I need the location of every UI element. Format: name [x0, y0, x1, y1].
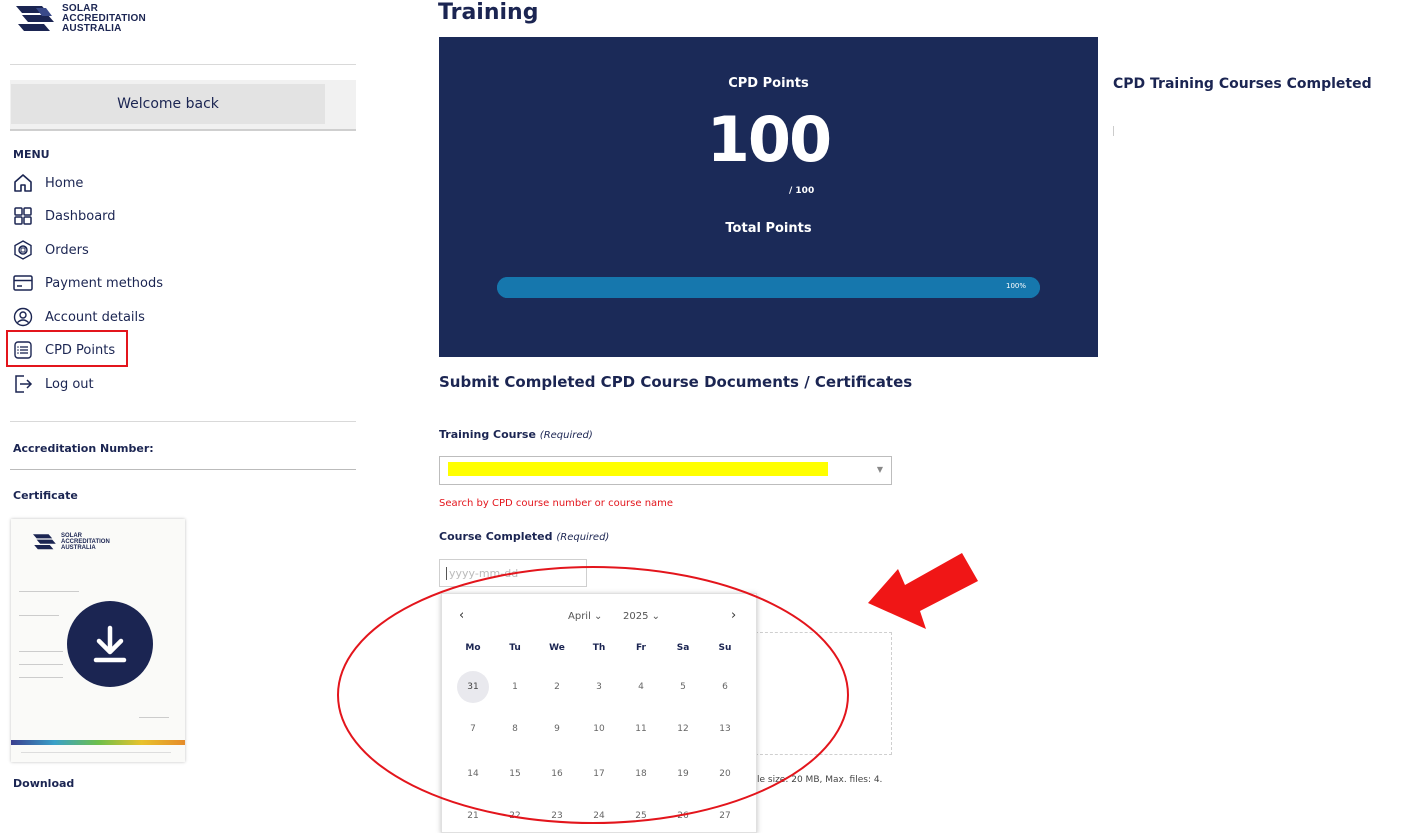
accreditation-number-label: Accreditation Number:	[13, 442, 154, 455]
sidebar-item-orders[interactable]: Orders	[13, 240, 89, 260]
divider	[1113, 126, 1114, 136]
submit-section-heading: Submit Completed CPD Course Documents / …	[439, 373, 913, 391]
total-points-label: Total Points	[725, 221, 812, 236]
dashboard-icon	[14, 207, 32, 225]
courses-completed-heading: CPD Training Courses Completed	[1113, 76, 1372, 92]
cert-line	[19, 615, 59, 616]
cpd-points-heading: CPD Points	[728, 76, 809, 91]
logo-text: SOLAR ACCREDITATION AUSTRALIA	[62, 4, 146, 34]
cert-line	[19, 664, 63, 665]
payment-icon	[13, 275, 33, 291]
certificate-label: Certificate	[13, 489, 78, 502]
download-button[interactable]	[67, 601, 153, 687]
annotation-ellipse	[337, 566, 849, 824]
logo-line-3: AUSTRALIA	[62, 23, 122, 34]
course-search-hint: Search by CPD course number or course na…	[439, 498, 674, 509]
highlight-box-cpd-points	[6, 330, 128, 367]
brand-logo[interactable]: SOLAR ACCREDITATION AUSTRALIA	[16, 4, 146, 34]
cpd-points-panel: CPD Points 100 / 100 Total Points 100%	[439, 37, 1098, 357]
orders-icon	[14, 240, 32, 260]
cert-line	[19, 651, 63, 652]
cert-line	[19, 677, 63, 678]
redaction-highlight	[448, 462, 828, 476]
sidebar-item-payment-methods[interactable]: Payment methods	[13, 273, 163, 293]
course-completed-label: Course Completed (Required)	[439, 530, 609, 543]
sidebar-item-dashboard[interactable]: Dashboard	[13, 206, 116, 226]
required-note: (Required)	[556, 532, 610, 543]
sidebar-item-label: Dashboard	[45, 208, 116, 224]
annotation-arrow-icon	[868, 553, 978, 629]
account-icon	[13, 307, 33, 327]
page-title: Training	[438, 0, 539, 25]
sidebar-item-label: Home	[45, 175, 84, 191]
training-course-select[interactable]: ▼	[439, 456, 892, 485]
sidebar-item-account-details[interactable]: Account details	[13, 307, 145, 327]
progress-label: 100%	[1005, 282, 1026, 290]
cpd-points-max: / 100	[789, 186, 815, 196]
cert-logo-text: SOLAR ACCREDITATION AUSTRALIA	[61, 533, 110, 551]
download-link[interactable]: Download	[13, 777, 74, 790]
cert-line	[19, 591, 79, 592]
divider	[10, 421, 356, 422]
home-icon	[14, 174, 32, 192]
training-course-label: Training Course (Required)	[439, 428, 593, 441]
sidebar-item-log-out[interactable]: Log out	[13, 374, 94, 394]
cert-logo-line-3: AUSTRALIA	[61, 545, 96, 551]
cert-line	[21, 752, 171, 753]
cert-color-bar	[11, 740, 185, 745]
sidebar-item-label: Log out	[45, 376, 94, 392]
sidebar-item-label: Payment methods	[45, 275, 164, 291]
cpd-points-value: 100	[706, 103, 832, 176]
required-note: (Required)	[539, 430, 593, 441]
progress-bar: 100%	[497, 277, 1040, 298]
divider	[10, 64, 356, 65]
certificate-thumbnail[interactable]: SOLAR ACCREDITATION AUSTRALIA	[11, 519, 185, 762]
logout-icon	[15, 375, 33, 393]
chevron-down-icon: ▼	[876, 465, 883, 474]
cert-logo: SOLAR ACCREDITATION AUSTRALIA	[33, 533, 110, 551]
welcome-banner: Welcome back	[11, 84, 325, 124]
field-label-text: Training Course	[439, 428, 536, 441]
sidebar-item-label: Account details	[45, 309, 145, 325]
field-label-text: Course Completed	[439, 530, 553, 543]
sidebar-item-home[interactable]: Home	[13, 173, 83, 193]
logo-mark-icon	[16, 6, 54, 31]
menu-label: MENU	[13, 148, 50, 161]
download-icon	[93, 625, 127, 663]
divider	[10, 469, 356, 470]
progress-bar-fill	[497, 277, 1040, 298]
sidebar-item-label: Orders	[45, 242, 89, 258]
cert-line	[139, 717, 169, 718]
logo-mark-icon	[33, 534, 56, 550]
